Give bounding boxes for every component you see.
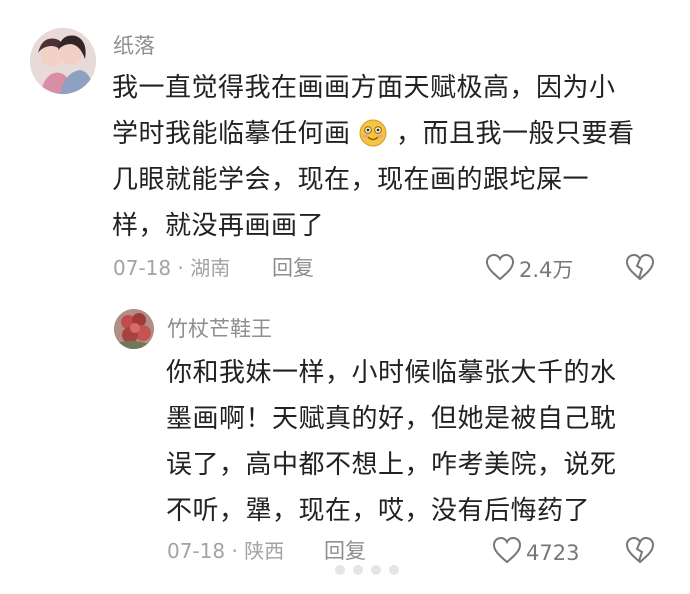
comment-line: 你和我妹一样，小时候临摹张大千的水 — [166, 358, 617, 388]
comment-line: 不听，犟，现在，哎，没有后悔药了 — [166, 496, 591, 526]
comment-text-fragment: ，而且我一般只要看 — [396, 119, 635, 149]
watermark-dot — [371, 565, 381, 575]
heart-icon — [492, 536, 522, 569]
comment-line: 几眼就能学会，现在，现在画的跟坨屎一 — [112, 165, 590, 195]
username[interactable]: 竹杖芒鞋王 — [167, 317, 272, 341]
like-count: 2.4万 — [519, 258, 574, 282]
dislike-button[interactable] — [625, 536, 655, 568]
user-avatar[interactable] — [30, 28, 96, 94]
user-avatar[interactable] — [114, 309, 154, 349]
comment-meta: 07-18 · 陕西 — [167, 539, 284, 563]
comment-line: 墨画啊！天赋真的好，但她是被自己耽 — [166, 404, 617, 434]
broken-heart-icon — [625, 253, 655, 285]
comment-text-fragment: 学时我能临摹任何画 — [112, 119, 351, 149]
dislike-button[interactable] — [625, 253, 655, 285]
heart-icon — [485, 253, 515, 286]
watermark-dot — [389, 565, 399, 575]
comment-line: 我一直觉得我在画画方面天赋极高，因为小 — [112, 73, 616, 103]
comment-location: 陕西 — [244, 539, 285, 563]
comment-line: 样，就没再画画了 — [112, 211, 325, 241]
meta-separator: · — [177, 256, 184, 280]
comment-meta: 07-18 · 湖南 — [113, 256, 230, 280]
comment-line: 误了，高中都不想上，咋考美院，说死 — [166, 450, 617, 480]
like-button[interactable]: 2.4万 — [485, 253, 574, 286]
meta-separator: · — [231, 539, 238, 563]
watermark-dot — [353, 565, 363, 575]
comment-date: 07-18 — [167, 539, 226, 563]
comment-text: 你和我妹一样，小时候临摹张大千的水 墨画啊！天赋真的好，但她是被自己耽 误了，高… — [166, 350, 617, 534]
smiling-face-emoji-icon — [359, 116, 387, 147]
watermark-dot — [335, 565, 345, 575]
broken-heart-icon — [625, 536, 655, 568]
comment-text: 我一直觉得我在画画方面天赋极高，因为小 学时我能临摹任何画 ，而且我一般只要看 … — [112, 65, 635, 249]
watermark — [335, 556, 407, 584]
reply-button[interactable]: 回复 — [272, 256, 314, 280]
comment-location: 湖南 — [190, 256, 231, 280]
like-button[interactable]: 4723 — [492, 536, 580, 569]
comment-date: 07-18 — [113, 256, 172, 280]
comment-line: 学时我能临摹任何画 ，而且我一般只要看 — [112, 111, 635, 157]
username[interactable]: 纸落 — [113, 34, 155, 58]
like-count: 4723 — [526, 541, 580, 565]
